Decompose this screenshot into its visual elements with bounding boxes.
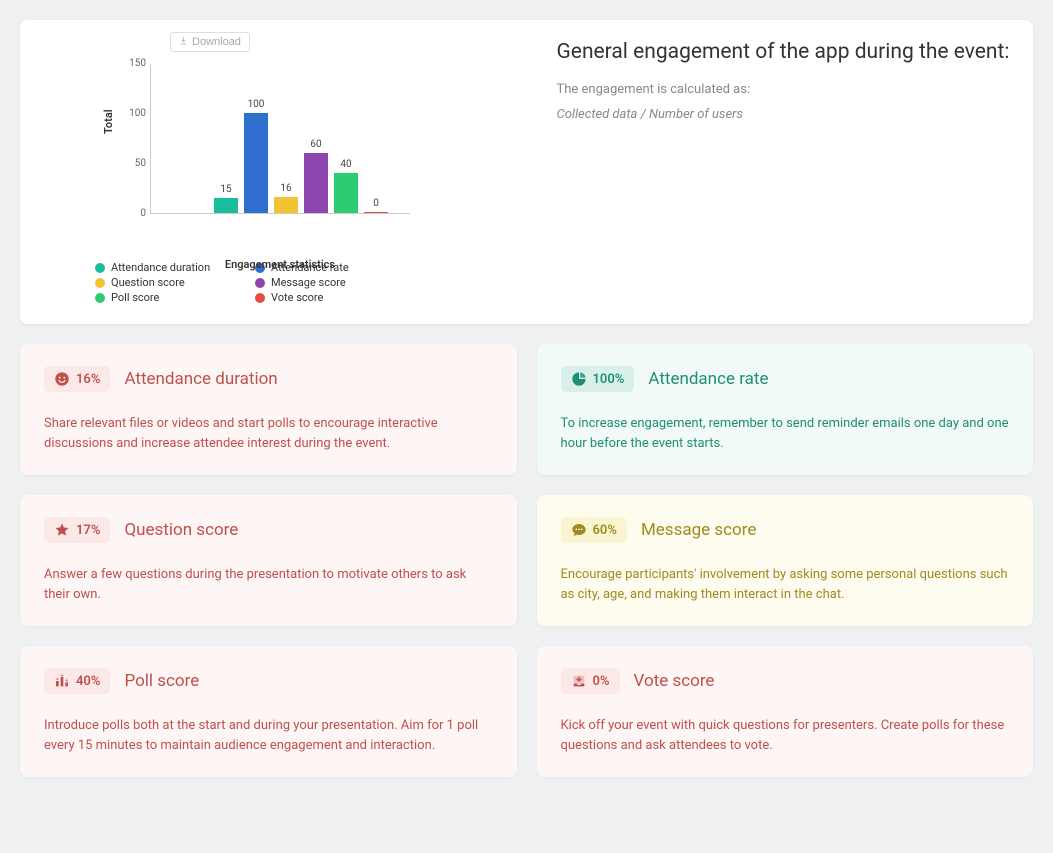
metrics-grid: 16% Attendance duration Share relevant fil… (20, 344, 1033, 777)
metric-body: Share relevant files or videos and start… (44, 414, 493, 453)
metric-body: Kick off your event with quick questions… (561, 716, 1010, 755)
metric-percent: 0% (593, 674, 610, 689)
metric-card: 100% Attendance rate To increase engagemen… (537, 344, 1034, 475)
chart-y-label: Total (102, 109, 115, 134)
chart-bar-label: 16 (280, 183, 291, 194)
metric-title: Vote score (634, 671, 715, 691)
metric-title: Question score (124, 520, 238, 540)
download-button[interactable]: Download (170, 32, 250, 52)
pie-icon (571, 371, 587, 387)
chart-y-tick: 0 (120, 208, 146, 219)
engagement-chart: Total 151001660400 Engagement statistics… (150, 64, 510, 249)
chat-icon (571, 522, 587, 538)
chart-column: Download Total 151001660400 Engagement s… (40, 30, 527, 304)
chart-bar: 40 (334, 173, 358, 213)
metric-title: Attendance rate (648, 369, 768, 389)
metric-percent: 40% (76, 674, 100, 689)
metric-card-header: 40% Poll score (44, 668, 493, 694)
metric-card-header: 0% Vote score (561, 668, 1010, 694)
chart-bar-label: 15 (220, 184, 231, 195)
metric-card-header: 17% Question score (44, 517, 493, 543)
metric-body: Answer a few questions during the presen… (44, 565, 493, 604)
chart-bar: 16 (274, 197, 298, 213)
engagement-formula: Collected data / Number of users (557, 107, 1014, 122)
metric-body: To increase engagement, remember to send… (561, 414, 1010, 453)
legend-dot-icon (255, 278, 265, 288)
chart-y-tick: 100 (120, 108, 146, 119)
legend-dot-icon (95, 278, 105, 288)
legend-dot-icon (255, 293, 265, 303)
chart-bar-label: 40 (340, 159, 351, 170)
legend-label: Message score (271, 276, 346, 289)
chart-bar: 0 (364, 212, 388, 213)
bars-icon (54, 673, 70, 689)
engagement-subtitle: The engagement is calculated as: (557, 82, 1014, 97)
metric-body: Introduce polls both at the start and du… (44, 716, 493, 755)
chart-bar: 15 (214, 198, 238, 213)
engagement-summary-card: Download Total 151001660400 Engagement s… (20, 20, 1033, 324)
chart-y-tick: 50 (120, 158, 146, 169)
star-icon (54, 522, 70, 538)
metric-card: 0% Vote score Kick off your event with qui… (537, 646, 1034, 777)
smile-icon (54, 371, 70, 387)
metric-percent: 100% (593, 372, 625, 387)
metric-title: Attendance duration (124, 369, 277, 389)
chart-x-label: Engagement statistics (150, 258, 410, 271)
legend-item: Vote score (255, 291, 405, 304)
metric-card: 17% Question score Answer a few questions … (20, 495, 517, 626)
chart-bar: 100 (244, 113, 268, 213)
metric-badge: 0% (561, 668, 620, 694)
metric-badge: 17% (44, 517, 110, 543)
metric-percent: 16% (76, 372, 100, 387)
legend-label: Poll score (111, 291, 159, 304)
chart-bar: 60 (304, 153, 328, 213)
metric-badge: 100% (561, 366, 635, 392)
metric-percent: 17% (76, 523, 100, 538)
legend-label: Vote score (271, 291, 323, 304)
metric-title: Poll score (124, 671, 199, 691)
metric-card-header: 60% Message score (561, 517, 1010, 543)
chart-y-tick: 150 (120, 58, 146, 69)
metric-card-header: 16% Attendance duration (44, 366, 493, 392)
metric-title: Message score (641, 520, 756, 540)
chart-plot: 151001660400 (150, 64, 410, 214)
inbox-icon (571, 673, 587, 689)
chart-bar-label: 0 (373, 198, 379, 209)
metric-badge: 16% (44, 366, 110, 392)
metric-card-header: 100% Attendance rate (561, 366, 1010, 392)
download-icon (179, 36, 188, 48)
metric-badge: 40% (44, 668, 110, 694)
metric-card: 16% Attendance duration Share relevant fil… (20, 344, 517, 475)
legend-dot-icon (95, 293, 105, 303)
chart-bar-label: 100 (248, 99, 265, 110)
metric-card: 40% Poll score Introduce polls both at the… (20, 646, 517, 777)
legend-item: Question score (95, 276, 245, 289)
legend-item: Message score (255, 276, 405, 289)
legend-item: Poll score (95, 291, 245, 304)
metric-body: Encourage participants' involvement by a… (561, 565, 1010, 604)
download-label: Download (192, 36, 241, 48)
metric-card: 60% Message score Encourage participants' … (537, 495, 1034, 626)
legend-dot-icon (95, 263, 105, 273)
metric-badge: 60% (561, 517, 627, 543)
page-title: General engagement of the app during the… (557, 40, 1014, 64)
metric-percent: 60% (593, 523, 617, 538)
legend-label: Question score (111, 276, 185, 289)
description-column: General engagement of the app during the… (557, 30, 1014, 304)
chart-bar-label: 60 (310, 139, 321, 150)
